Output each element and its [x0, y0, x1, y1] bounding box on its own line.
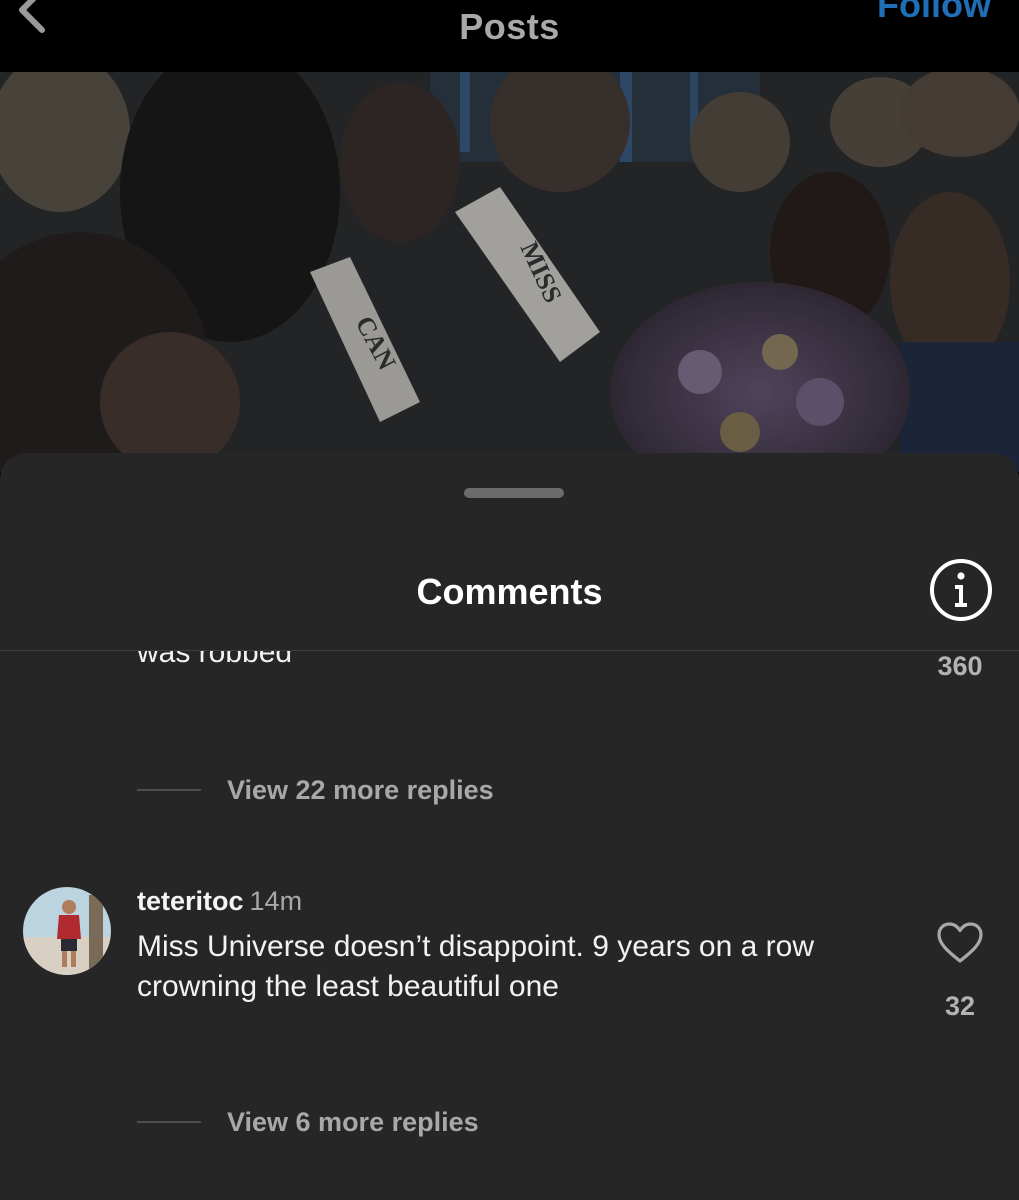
avatar-photo — [23, 887, 111, 975]
post-photo-illustration: MISS CAN — [0, 72, 1019, 472]
comments-list: was robbed 360 View 22 more replies tete… — [0, 651, 1019, 1200]
page-title: Posts — [459, 6, 560, 47]
view-replies-label: View 6 more replies — [227, 1107, 479, 1137]
heart-icon[interactable] — [936, 921, 984, 965]
comment-timestamp: 14m — [249, 886, 303, 916]
sheet-drag-handle[interactable] — [464, 488, 564, 498]
replies-divider-line — [137, 1121, 201, 1123]
instagram-post-screen: Posts Follow MISS CAN Comments was robbe… — [0, 0, 1019, 1200]
top-navigation-bar: Posts Follow — [0, 0, 1019, 72]
comment-header: teteritoc 14m — [137, 883, 302, 919]
previous-comment-like-count: 360 — [937, 651, 983, 681]
comment-username[interactable]: teteritoc — [137, 886, 244, 916]
comment-like-count: 32 — [944, 991, 976, 1021]
comments-sheet: Comments was robbed 360 View 22 more rep… — [0, 453, 1019, 1200]
replies-divider-line — [137, 789, 201, 791]
follow-button[interactable]: Follow — [877, 0, 991, 26]
comments-title: Comments — [416, 571, 603, 612]
comment-text: Miss Universe doesn’t disappoint. 9 year… — [137, 930, 814, 1003]
view-replies-label: View 22 more replies — [227, 775, 494, 805]
post-image[interactable]: MISS CAN — [0, 72, 1019, 472]
previous-comment-text: was robbed — [137, 651, 293, 669]
avatar[interactable] — [23, 887, 111, 975]
info-icon[interactable] — [928, 557, 994, 623]
